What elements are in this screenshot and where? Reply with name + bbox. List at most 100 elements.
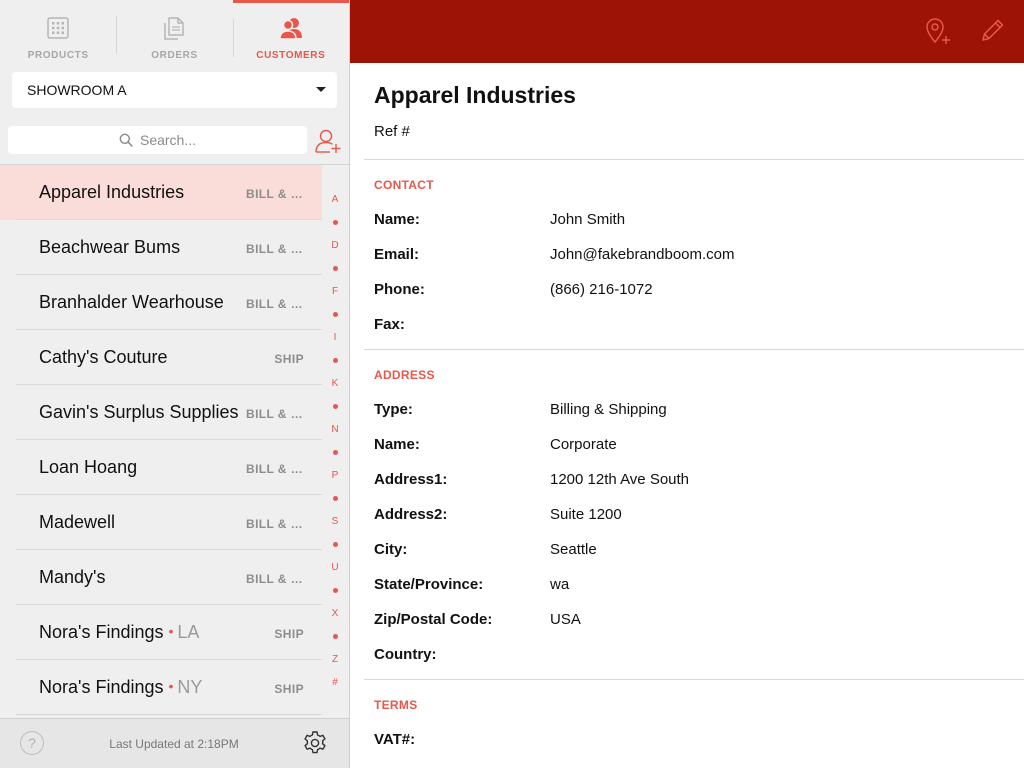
- search-icon: [119, 133, 133, 147]
- tab-orders[interactable]: ORDERS: [116, 0, 232, 64]
- contact-email-label: Email:: [374, 246, 420, 263]
- customer-row[interactable]: Cathy's Couture SHIP: [0, 330, 322, 385]
- state-label: State/Province:: [374, 576, 484, 593]
- showroom-dropdown[interactable]: SHOWROOM A: [12, 72, 337, 108]
- main-tabs: PRODUCTS ORDERS CUSTOMERS: [0, 0, 349, 64]
- customer-row[interactable]: Branhalder Wearhouse BILL & SHIP: [0, 275, 322, 330]
- tab-customers[interactable]: CUSTOMERS: [232, 0, 349, 64]
- index-letter[interactable]: F: [322, 280, 348, 303]
- contact-phone-value[interactable]: (866) 216-1072: [550, 281, 653, 298]
- index-dot[interactable]: [322, 257, 348, 280]
- index-dot[interactable]: [322, 441, 348, 464]
- customer-name: Beachwear Bums: [39, 237, 180, 258]
- index-dot[interactable]: [322, 579, 348, 602]
- grid-icon: [47, 17, 69, 39]
- customer-type-badge: BILL & SHIP: [246, 242, 304, 256]
- address-type-value: Billing & Shipping: [550, 401, 667, 418]
- customer-name: Nora's Findings • NY: [39, 677, 202, 698]
- customer-row[interactable]: Mandy's BILL & SHIP: [0, 550, 322, 605]
- contact-name-value: John Smith: [550, 211, 626, 228]
- index-letter[interactable]: K: [322, 372, 348, 395]
- customer-name-text: Nora's Findings: [39, 677, 164, 697]
- customer-row[interactable]: Loan Hoang BILL & SHIP: [0, 440, 322, 495]
- customer-row[interactable]: Nora's Findings • NY SHIP: [0, 660, 322, 715]
- city-label: City:: [374, 541, 408, 558]
- customer-row[interactable]: Nora's Findings • LA SHIP: [0, 605, 322, 660]
- customer-type-badge: BILL & SHIP: [246, 187, 304, 201]
- customer-row[interactable]: Gavin's Surplus Supplies BILL & SHIP: [0, 385, 322, 440]
- customer-detail: Apparel Industries Ref # CONTACT Name: J…: [350, 63, 1024, 768]
- address2-value: Suite 1200: [550, 506, 622, 523]
- customer-name: Nora's Findings • LA: [39, 622, 199, 643]
- index-dot[interactable]: [322, 349, 348, 372]
- index-letter[interactable]: S: [322, 510, 348, 533]
- customer-type-badge: SHIP: [274, 627, 304, 641]
- location-separator: •: [168, 678, 174, 694]
- country-label: Country:: [374, 646, 437, 663]
- customer-location: NY: [177, 677, 203, 697]
- customer-name: Cathy's Couture: [39, 347, 168, 368]
- contact-heading: CONTACT: [374, 178, 434, 192]
- customer-type-badge: BILL & SHIP: [246, 572, 304, 586]
- customer-name-text: Gavin's Surplus Supplies: [39, 402, 239, 422]
- zip-label: Zip/Postal Code:: [374, 611, 493, 628]
- contact-name-label: Name:: [374, 211, 420, 228]
- index-dot[interactable]: [322, 487, 348, 510]
- customer-row[interactable]: Apparel Industries BILL & SHIP: [0, 165, 322, 220]
- search-input[interactable]: Search...: [8, 126, 307, 154]
- index-letter[interactable]: D: [322, 234, 348, 257]
- documents-icon: [164, 17, 185, 40]
- terms-heading: TERMS: [374, 698, 418, 712]
- customer-name-text: Apparel Industries: [39, 182, 185, 202]
- customer-name-text: Nora's Findings: [39, 622, 164, 642]
- customer-name: Branhalder Wearhouse: [39, 292, 224, 313]
- edit-icon[interactable]: [978, 17, 1006, 45]
- customer-name-text: Beachwear Bums: [39, 237, 181, 257]
- address-name-value: Corporate: [550, 436, 617, 453]
- index-dot[interactable]: [322, 395, 348, 418]
- customer-name-text: Mandy's: [39, 567, 106, 587]
- index-dot[interactable]: [322, 625, 348, 648]
- footer-bar: ? Last Updated at 2:18PM: [0, 718, 349, 768]
- gear-icon[interactable]: [302, 730, 328, 756]
- customer-title: Apparel Industries: [374, 82, 576, 108]
- last-updated-text: Last Updated at 2:18PM: [109, 737, 239, 751]
- customer-row[interactable]: Madewell BILL & SHIP: [0, 495, 322, 550]
- index-letter[interactable]: P: [322, 464, 348, 487]
- customer-type-badge: BILL & SHIP: [246, 297, 304, 311]
- customer-name-text: Loan Hoang: [39, 457, 138, 477]
- customer-name-text: Madewell: [39, 512, 116, 532]
- address2-label: Address2:: [374, 506, 448, 523]
- divider: [364, 679, 1024, 680]
- index-letter[interactable]: I: [322, 326, 348, 349]
- address-type-label: Type:: [374, 401, 413, 418]
- index-dot[interactable]: [322, 533, 348, 556]
- add-location-icon[interactable]: [923, 16, 953, 46]
- customer-name: Mandy's: [39, 567, 105, 588]
- tab-products[interactable]: PRODUCTS: [0, 0, 116, 64]
- address-heading: ADDRESS: [374, 368, 435, 382]
- divider: [364, 349, 1024, 350]
- alphabet-index[interactable]: A D F I K N P S U X Z #: [322, 188, 348, 694]
- add-customer-icon[interactable]: [314, 127, 342, 155]
- customer-row[interactable]: Beachwear Bums BILL & SHIP: [0, 220, 322, 275]
- tab-orders-label: ORDERS: [151, 50, 198, 61]
- help-icon[interactable]: ?: [20, 731, 44, 755]
- customer-name: Gavin's Surplus Supplies: [39, 402, 239, 423]
- contact-email-value[interactable]: John@fakebrandboom.com: [550, 246, 735, 263]
- vat-label: VAT#:: [374, 731, 416, 748]
- index-letter[interactable]: N: [322, 418, 348, 441]
- index-letter[interactable]: Z: [322, 648, 348, 671]
- customer-type-badge: SHIP: [274, 682, 304, 696]
- index-letter[interactable]: #: [322, 671, 348, 694]
- location-separator: •: [168, 623, 174, 639]
- customer-name: Madewell: [39, 512, 115, 533]
- index-letter[interactable]: U: [322, 556, 348, 579]
- index-dot[interactable]: [322, 303, 348, 326]
- index-letter[interactable]: A: [322, 188, 348, 211]
- contact-fax-label: Fax:: [374, 316, 405, 333]
- customer-type-badge: BILL & SHIP: [246, 517, 304, 531]
- index-dot[interactable]: [322, 211, 348, 234]
- top-bar: [350, 0, 1024, 63]
- index-letter[interactable]: X: [322, 602, 348, 625]
